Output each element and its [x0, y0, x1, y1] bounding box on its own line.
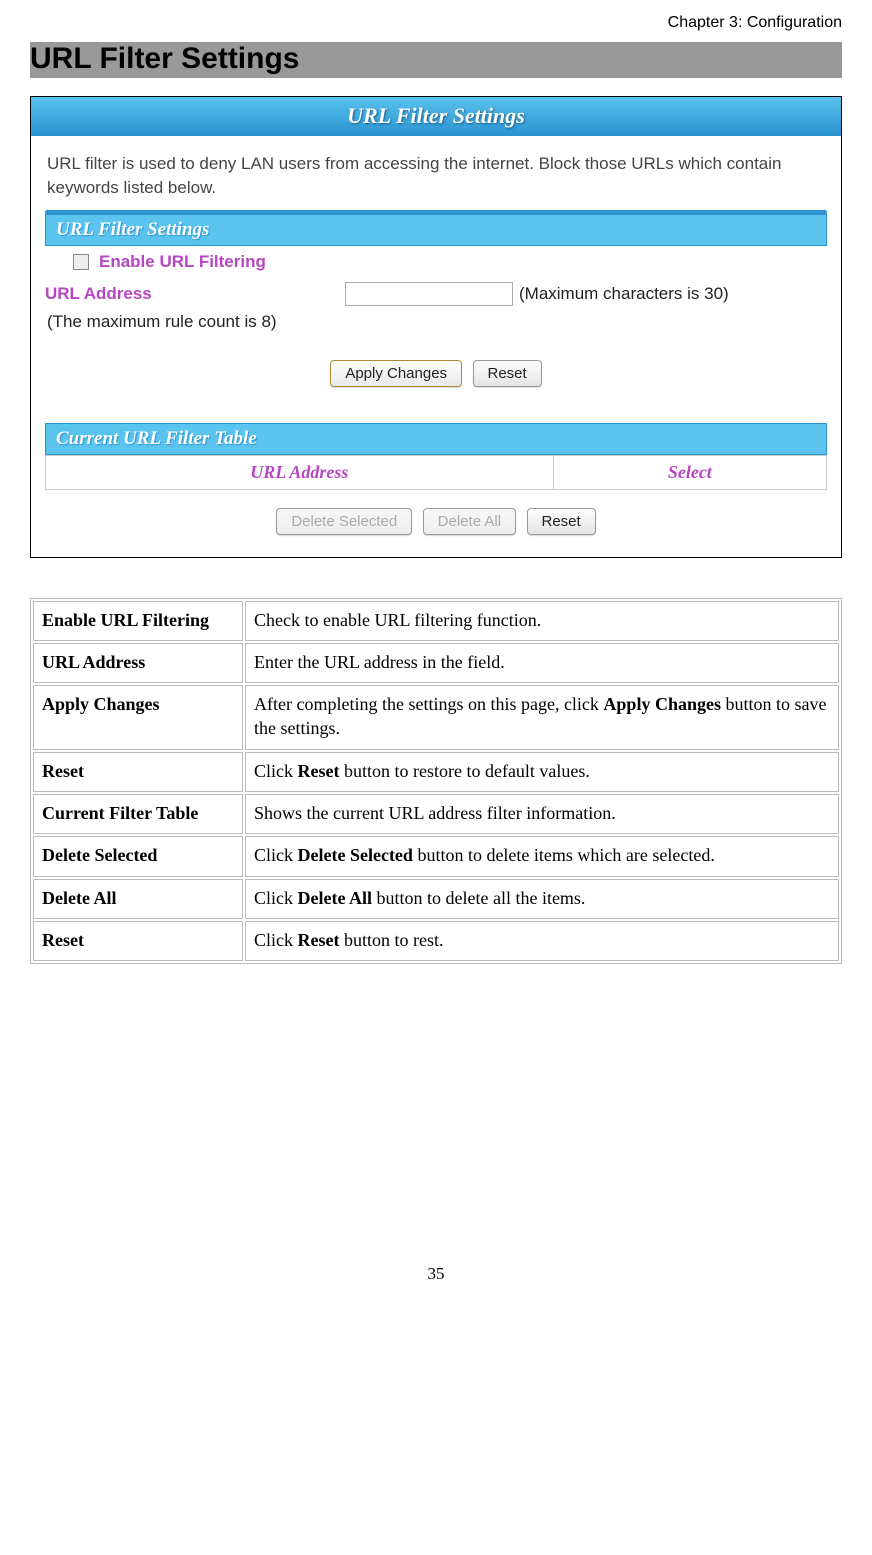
- max-rule-note: (The maximum rule count is 8): [47, 312, 825, 332]
- table-header-url: URL Address: [46, 455, 554, 489]
- url-address-row: URL Address (Maximum characters is 30): [45, 282, 827, 306]
- table-row: Enable URL FilteringCheck to enable URL …: [33, 601, 839, 641]
- desc-term: Reset: [33, 752, 243, 792]
- enable-row: Enable URL Filtering: [45, 252, 827, 272]
- reset-button-2[interactable]: Reset: [527, 508, 596, 535]
- desc-term: Apply Changes: [33, 685, 243, 750]
- desc-text: Enter the URL address in the field.: [245, 643, 839, 683]
- desc-text: Click Delete Selected button to delete i…: [245, 836, 839, 876]
- description-table: Enable URL FilteringCheck to enable URL …: [30, 598, 842, 965]
- url-filter-table: URL Address Select: [45, 455, 827, 490]
- table-header-select: Select: [553, 455, 826, 489]
- section-current-url-filter-table: Current URL Filter Table: [45, 423, 827, 455]
- desc-term: Delete All: [33, 879, 243, 919]
- enable-url-filtering-label: Enable URL Filtering: [99, 252, 266, 272]
- reset-button[interactable]: Reset: [473, 360, 542, 387]
- delete-all-button[interactable]: Delete All: [423, 508, 516, 535]
- desc-term: URL Address: [33, 643, 243, 683]
- desc-text: After completing the settings on this pa…: [245, 685, 839, 750]
- page-title: URL Filter Settings: [30, 42, 838, 76]
- screenshot-titlebar: URL Filter Settings: [31, 97, 841, 136]
- chapter-header: Chapter 3: Configuration: [30, 10, 842, 42]
- screenshot-figure: URL Filter Settings URL filter is used t…: [30, 96, 842, 558]
- apply-changes-button[interactable]: Apply Changes: [330, 360, 462, 387]
- table-row: Delete AllClick Delete All button to del…: [33, 879, 839, 919]
- table-row: Apply ChangesAfter completing the settin…: [33, 685, 839, 750]
- delete-selected-button[interactable]: Delete Selected: [276, 508, 412, 535]
- screenshot-intro-text: URL filter is used to deny LAN users fro…: [47, 152, 825, 200]
- table-row: URL AddressEnter the URL address in the …: [33, 643, 839, 683]
- section-url-filter-settings: URL Filter Settings: [45, 214, 827, 246]
- table-row: ResetClick Reset button to rest.: [33, 921, 839, 961]
- url-address-label: URL Address: [45, 284, 345, 304]
- max-characters-note: (Maximum characters is 30): [519, 284, 729, 304]
- page-number: 35: [30, 1264, 842, 1284]
- button-row-1: Apply Changes Reset: [45, 360, 827, 387]
- desc-term: Reset: [33, 921, 243, 961]
- desc-text: Check to enable URL filtering function.: [245, 601, 839, 641]
- desc-term: Enable URL Filtering: [33, 601, 243, 641]
- desc-text: Click Reset button to restore to default…: [245, 752, 839, 792]
- desc-text: Click Delete All button to delete all th…: [245, 879, 839, 919]
- table-row: Current Filter TableShows the current UR…: [33, 794, 839, 834]
- table-row: ResetClick Reset button to restore to de…: [33, 752, 839, 792]
- desc-term: Current Filter Table: [33, 794, 243, 834]
- desc-text: Shows the current URL address filter inf…: [245, 794, 839, 834]
- button-row-2: Delete Selected Delete All Reset: [45, 508, 827, 535]
- desc-term: Delete Selected: [33, 836, 243, 876]
- table-row: Delete SelectedClick Delete Selected but…: [33, 836, 839, 876]
- desc-text: Click Reset button to rest.: [245, 921, 839, 961]
- url-address-input[interactable]: [345, 282, 513, 306]
- enable-url-filtering-checkbox[interactable]: [73, 254, 89, 270]
- main-title-bar: URL Filter Settings: [30, 42, 842, 78]
